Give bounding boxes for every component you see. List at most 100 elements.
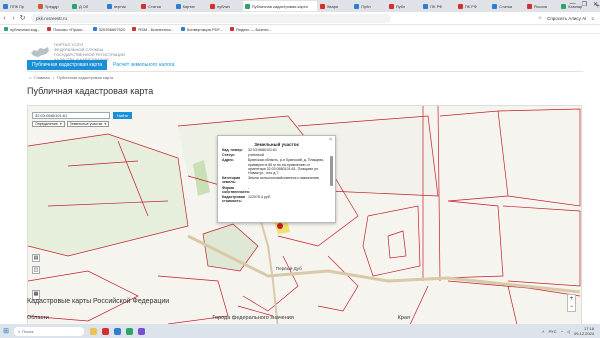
browser-tab[interactable]: ППК Пр [1, 1, 35, 11]
browser-tab[interactable]: Публ [352, 1, 386, 11]
browser-tab[interactable]: Д Об [70, 1, 104, 11]
wifi-icon[interactable]: ◔ [560, 329, 562, 334]
excel-icon[interactable] [126, 327, 133, 335]
breadcrumb: ⌂ Главная › Публичная кадастровая карта [29, 75, 113, 80]
clock-date: 09.12.2024 [573, 331, 594, 336]
popup-row: Статус: учтенный [218, 153, 335, 157]
page-content: Портал услуг федеральной службы государс… [0, 34, 600, 324]
home-icon[interactable]: ⌂ [29, 75, 31, 80]
language-indicator[interactable]: РУС [548, 329, 556, 334]
taskbar-search-placeholder: Поиск [22, 328, 34, 334]
bookmark-favicon-icon [180, 27, 185, 31]
browser-tab[interactable]: Статья [490, 1, 524, 11]
regions-heading: Кадастровые карты Российской Федерации [27, 298, 170, 305]
tab-label: Статья [148, 3, 161, 9]
ask-alice-button[interactable]: Спросить Алису AI [547, 16, 586, 21]
zoom-control: + − [567, 294, 576, 312]
popup-row: Кадастровая стоимость: 122076.4 руб. [218, 195, 335, 203]
bookmark-favicon-icon [92, 27, 97, 31]
tab-label: ППК Пр [10, 3, 25, 9]
tab-favicon-icon [526, 3, 532, 9]
site-logo[interactable]: Портал услуг федеральной службы государс… [30, 42, 125, 62]
app-icon[interactable] [138, 327, 145, 335]
word-icon[interactable] [114, 327, 121, 335]
type-select[interactable]: Земельные участки ▾ [66, 121, 110, 127]
back-icon[interactable]: ‹ [0, 15, 9, 22]
browser-tab[interactable]: вертик [105, 1, 139, 11]
volume-icon[interactable]: ◁ [567, 329, 570, 334]
forward-icon[interactable]: › [9, 15, 18, 22]
popup-row-key: Статус: [222, 153, 236, 158]
breadcrumb-home[interactable]: Главная [34, 75, 49, 80]
tab-label: ПК РФ [464, 3, 477, 9]
bookmark-item[interactable]: RSM - Бизнеспла... [132, 27, 174, 32]
browser-tab[interactable]: Преддр [36, 1, 70, 11]
regions-col-cities[interactable]: Города федерального значения [212, 315, 397, 321]
tab-favicon-icon [72, 3, 78, 9]
parcel-info-popup: × Земельный участок Кад. номер: 32:03:068… [217, 135, 336, 223]
taskbar-search[interactable]: ⌕ Поиск [14, 326, 84, 336]
popup-row-key: Кадастровая стоимость: [222, 195, 245, 204]
popup-scrollbar[interactable] [330, 156, 333, 186]
tab-label: вертик [113, 3, 126, 9]
tab-label: ПК РФ [430, 3, 443, 9]
find-button[interactable]: Найти [113, 112, 133, 119]
cadastral-map[interactable]: Первый Дуб Найти Опредаление ▾ Земельные… [27, 105, 582, 324]
bookmarks-bar: публичная кад... Письмо «Проко... 32039669… [0, 25, 600, 34]
bookmark-item[interactable]: публичная кад... [4, 27, 40, 32]
browser-tab[interactable]: Публичная кадастровая карта [242, 1, 317, 11]
bookmark-item[interactable]: Письмо «Проко... [47, 27, 86, 32]
bookmark-item[interactable]: Конвертация PDF... [180, 26, 223, 32]
browser-tab[interactable]: Россия [525, 1, 559, 11]
yandex-browser-icon[interactable] [102, 327, 109, 335]
maximize-button[interactable]: ❐ [582, 1, 587, 8]
close-icon[interactable]: × [329, 137, 332, 143]
popup-row-value: 32:03:0680101:61 [248, 148, 277, 152]
browser-tab[interactable]: ПК РФ [421, 1, 455, 11]
chevron-up-icon[interactable]: ˄ [542, 329, 544, 334]
tab-label: Публ [395, 3, 406, 9]
close-window-button[interactable]: ✕ [593, 1, 598, 8]
browser-tab[interactable]: Публ [387, 1, 421, 11]
menu-item-land-tax[interactable]: Расчёт земельного налога [113, 62, 174, 68]
clock[interactable]: 17:18 09.12.2024 [574, 326, 594, 336]
popup-row-value: - [248, 185, 250, 190]
bookmark-star-icon[interactable]: ☆ [538, 15, 542, 21]
popup-row: Форма собственности: - [218, 186, 335, 194]
zoom-in-button[interactable]: + [570, 295, 574, 303]
zoom-out-button[interactable]: − [570, 303, 574, 311]
basemap-icon[interactable]: ◫ [32, 266, 40, 274]
object-select[interactable]: Опредаление ▾ [32, 121, 65, 127]
bookmark-label: Конвертация PDF... [186, 26, 223, 32]
reload-icon[interactable]: ↻ [18, 14, 27, 22]
minimize-button[interactable]: — [570, 1, 576, 8]
tab-favicon-icon [175, 3, 181, 9]
browser-tab-bar: ППК Пр Преддр Д Об вертик Статья Картоп публич… [0, 0, 600, 12]
chevron-down-icon: ▾ [59, 122, 62, 126]
tab-favicon-icon [244, 3, 250, 9]
browser-tab[interactable]: публич [208, 1, 242, 11]
file-explorer-icon[interactable] [90, 327, 97, 335]
bookmark-item[interactable]: 320396697520 [92, 27, 125, 32]
cadastral-search-input[interactable] [32, 112, 110, 119]
url-input[interactable]: pkk.rosreestr.ru [31, 13, 391, 23]
bookmark-favicon-icon [47, 27, 52, 31]
regions-col-oblasts[interactable]: Области [27, 315, 212, 321]
tab-favicon-icon [492, 3, 498, 9]
popup-rows: Кад. номер: 32:03:0680101:61 Статус: учтенн… [218, 148, 335, 203]
popup-row-value: Земли сельскохозяйственного назначения [248, 176, 319, 181]
browser-tab[interactable]: Хвари [318, 1, 352, 11]
browser-tab[interactable]: Статья [139, 1, 173, 11]
popup-row-key: Кад. номер: [222, 148, 243, 152]
windows-start-icon[interactable]: ⊞ [0, 327, 12, 335]
url-text: pkk.rosreestr.ru [36, 15, 68, 21]
browser-tab[interactable]: ПК РФ [456, 1, 490, 11]
menu-item-cadastral-map[interactable]: Публичная кадастровая карта [27, 60, 108, 70]
regions-col-krais[interactable]: Края [398, 315, 583, 321]
bookmark-item[interactable]: Яндекс — Бизнес... [229, 27, 272, 32]
tab-favicon-icon [141, 3, 147, 9]
selected-parcel-marker[interactable] [277, 223, 283, 229]
browser-tab[interactable]: Картоп [174, 1, 208, 11]
menu-icon[interactable]: ≡ [591, 16, 594, 21]
layers-icon[interactable]: ▤ [32, 254, 40, 262]
